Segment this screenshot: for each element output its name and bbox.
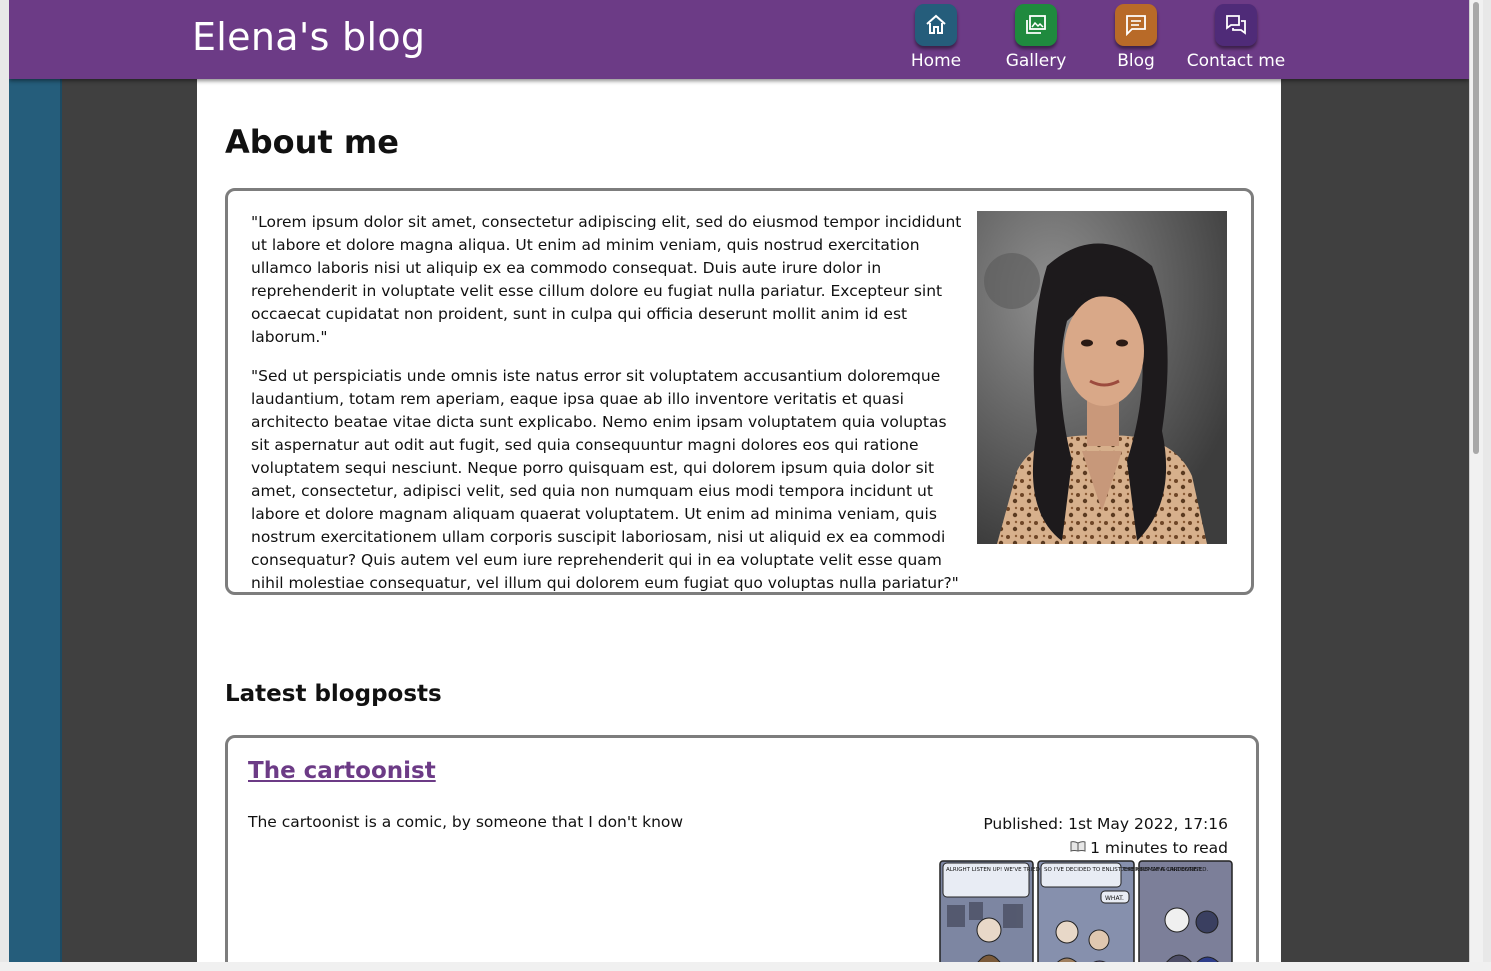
book-icon: [1070, 836, 1086, 852]
nav-home[interactable]: Home: [881, 4, 991, 72]
about-paragraph: "Sed ut perspiciatis unde omnis iste nat…: [251, 367, 959, 592]
profile-photo: [977, 211, 1227, 544]
post-read-time: 1 minutes to read: [1090, 839, 1228, 857]
comic-text: WHAT.: [1105, 895, 1124, 902]
nav-gallery[interactable]: Gallery: [981, 4, 1091, 72]
side-strip: [9, 79, 62, 962]
post-read-time-row: 1 minutes to read: [983, 836, 1228, 860]
about-paragraph: "Lorem ipsum dolor sit amet, consectetur…: [251, 213, 962, 346]
post-title-link[interactable]: The cartoonist: [248, 758, 436, 784]
scrollbar-thumb[interactable]: [1473, 2, 1479, 454]
nav-contact-label: Contact me: [1186, 51, 1286, 71]
post-excerpt: The cartoonist is a comic, by someone th…: [248, 813, 684, 831]
nav-home-label: Home: [910, 51, 962, 71]
post-published: Published: 1st May 2022, 17:16: [983, 815, 1228, 833]
nav-blog[interactable]: Blog: [1081, 4, 1191, 72]
site-header: Elena's blog Home Gallery Blog Contact m…: [9, 0, 1469, 79]
about-card: "Lorem ipsum dolor sit amet, consectetur…: [225, 188, 1254, 595]
about-heading: About me: [225, 123, 399, 161]
main-content: About me "Lorem ipsum dolor sit amet, co…: [197, 79, 1281, 962]
site-title[interactable]: Elena's blog: [192, 12, 425, 62]
home-icon[interactable]: [915, 4, 957, 46]
nav-blog-label: Blog: [1117, 51, 1155, 71]
browser-viewport: Elena's blog Home Gallery Blog Contact m…: [9, 0, 1469, 962]
post-meta: Published: 1st May 2022, 17:16 1 minutes…: [983, 813, 1228, 860]
comic-text: SO I'VE DECIDED TO ENLIST THE HELP OF A …: [1044, 867, 1203, 873]
nav-contact[interactable]: Contact me: [1181, 4, 1291, 72]
latest-heading: Latest blogposts: [225, 681, 442, 707]
window-bottom-edge: [0, 962, 1491, 971]
post-thumbnail-comic[interactable]: ALRIGHT LISTEN UP! WE'VE TRIED EVERYTHIN…: [939, 860, 1234, 962]
vertical-scrollbar[interactable]: [1469, 0, 1483, 962]
blogpost-card: The cartoonist The cartoonist is a comic…: [225, 735, 1259, 962]
gallery-icon[interactable]: [1015, 4, 1057, 46]
contact-icon[interactable]: [1215, 4, 1257, 46]
nav-gallery-label: Gallery: [1005, 51, 1067, 71]
blog-icon[interactable]: [1115, 4, 1157, 46]
about-text: "Lorem ipsum dolor sit amet, consectetur…: [251, 211, 967, 611]
